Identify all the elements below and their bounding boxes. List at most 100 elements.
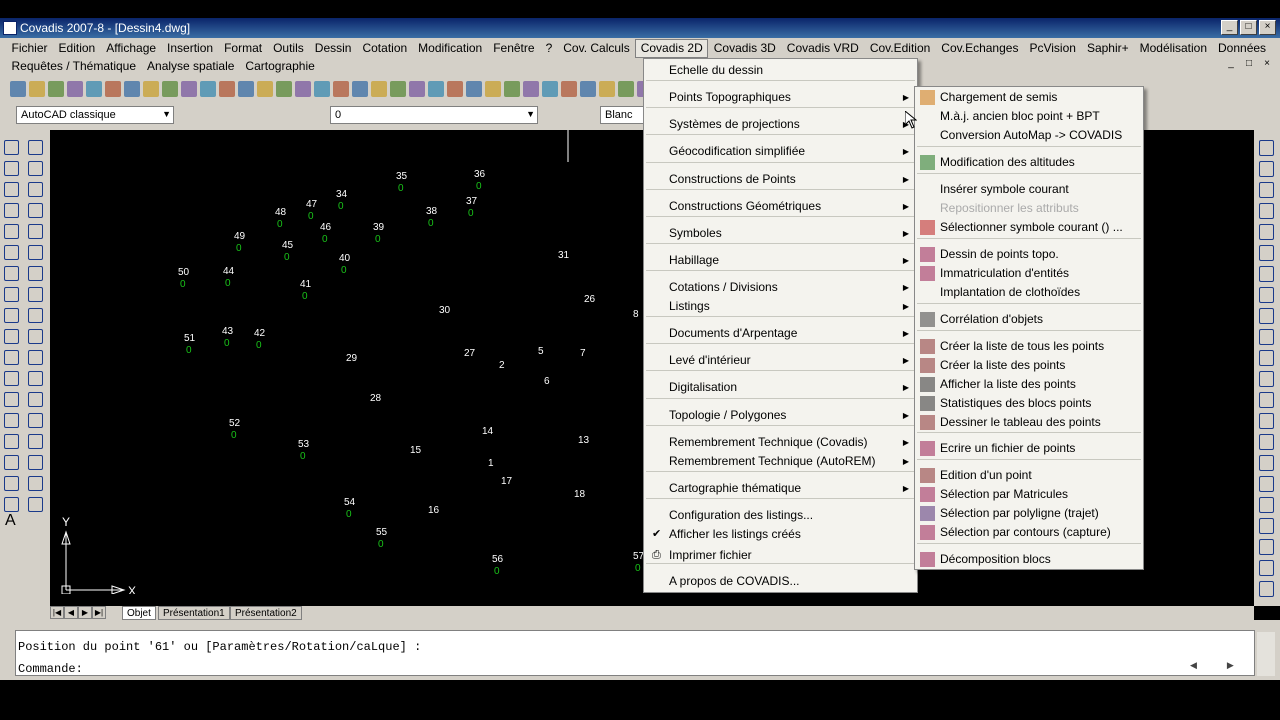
menu-outils[interactable]: Outils [268, 39, 310, 58]
survey-point[interactable]: 45 0 [282, 241, 293, 263]
menu-saphir[interactable]: Saphir+ [1081, 39, 1134, 58]
menu-item-digitalisation[interactable]: Digitalisation ▶ [644, 378, 917, 397]
draw-tool-icon[interactable] [4, 497, 19, 512]
toolbar-tool-icon[interactable] [371, 81, 387, 97]
menu-insertion[interactable]: Insertion [162, 39, 219, 58]
toolbar-tool-icon[interactable] [485, 81, 501, 97]
toolbar-tool-icon[interactable] [390, 81, 406, 97]
toolbar-tool-icon[interactable] [428, 81, 444, 97]
toolbar-tool-icon[interactable] [162, 81, 178, 97]
survey-point[interactable]: 18 [574, 490, 585, 500]
draw-tool-icon[interactable] [4, 287, 19, 302]
submenu-item-s-lection-par-contours-capture[interactable]: Sélection par contours (capture) [915, 523, 1143, 542]
command-line[interactable]: Position du point '61' ou [Paramètres/Ro… [15, 630, 1255, 676]
doc-minimize-button[interactable]: _ [1224, 58, 1238, 72]
menu-item-habillage[interactable]: Habillage ▶ [644, 251, 917, 270]
submenu-item-cr-er-la-liste-des-points[interactable]: Créer la liste des points [915, 356, 1143, 375]
draw-tool-icon[interactable] [4, 161, 19, 176]
submenu-item-s-lectionner-symbole-courant[interactable]: Sélectionner symbole courant () ... [915, 218, 1143, 237]
survey-point[interactable]: 42 0 [254, 329, 265, 351]
toolbar-tool-icon[interactable] [86, 81, 102, 97]
menu-item-echelle-du-dessin[interactable]: Echelle du dessin [644, 61, 917, 80]
submenu-item-immatriculation-d-entit-s[interactable]: Immatriculation d'entités [915, 264, 1143, 283]
menu-item-symboles[interactable]: Symboles ▶ [644, 224, 917, 243]
toolbar-tool-icon[interactable] [143, 81, 159, 97]
toolbar-tool-icon[interactable] [580, 81, 596, 97]
modify-tool-icon[interactable] [28, 413, 43, 428]
menu-item-syst-mes-de-projections[interactable]: Systèmes de projections▶ [644, 115, 917, 134]
toolbar-tool-icon[interactable] [257, 81, 273, 97]
survey-point[interactable]: 5 [538, 347, 544, 357]
survey-point[interactable]: 40 0 [339, 254, 350, 276]
survey-point[interactable]: 2 [499, 361, 505, 371]
menu-cov-echanges[interactable]: Cov.Echanges [936, 39, 1024, 58]
toolbar-tool-icon[interactable] [10, 81, 26, 97]
menu-cov-edition[interactable]: Cov.Edition [864, 39, 935, 58]
menu-item-constructions-de-points[interactable]: Constructions de Points ▶ [644, 170, 917, 189]
menu-help[interactable]: ? [540, 39, 558, 58]
draw-tool-icon[interactable] [4, 455, 19, 470]
menu-item-a-propos-de-covadis[interactable]: A propos de COVADIS... [644, 572, 917, 591]
menu-cotation[interactable]: Cotation [357, 39, 413, 58]
toolbar-tool-icon[interactable] [618, 81, 634, 97]
modify-tool-icon[interactable] [28, 266, 43, 281]
tab-objet[interactable]: Objet [122, 606, 156, 620]
menu-fichier[interactable]: Fichier [6, 39, 53, 58]
survey-point[interactable]: 17 [501, 477, 512, 487]
submenu-item-ecrire-un-fichier-de-points[interactable]: Ecrire un fichier de points [915, 439, 1143, 458]
tab-presentation2[interactable]: Présentation2 [230, 606, 302, 620]
survey-point[interactable]: 38 0 [426, 207, 437, 229]
toolbar-tool-icon[interactable] [67, 81, 83, 97]
view-tool-icon[interactable] [1259, 497, 1274, 513]
toolbar-tool-icon[interactable] [181, 81, 197, 97]
color-combo[interactable]: Blanc [600, 106, 644, 124]
modify-tool-icon[interactable] [28, 182, 43, 197]
survey-point[interactable]: 27 [464, 349, 475, 359]
submenu-item-afficher-la-liste-des-points[interactable]: Afficher la liste des points [915, 375, 1143, 394]
view-tool-icon[interactable] [1259, 392, 1274, 408]
next-tab-icon[interactable]: ▶ [78, 606, 92, 619]
layer-combo[interactable]: 0 ▼ [330, 106, 538, 124]
submenu-item-corr-lation-d-objets[interactable]: Corrélation d'objets [915, 310, 1143, 329]
submenu-item-implantation-de-clotho-des[interactable]: Implantation de clothoïdes [915, 283, 1143, 302]
survey-point[interactable]: 39 0 [373, 223, 384, 245]
survey-point[interactable]: 54 0 [344, 498, 355, 520]
menu-item-configuration-des-listings[interactable]: Configuration des listings... [644, 506, 917, 525]
command-scrollbar[interactable] [1257, 632, 1275, 676]
modify-tool-icon[interactable] [28, 161, 43, 176]
survey-point[interactable]: 43 0 [222, 327, 233, 349]
draw-tool-icon[interactable] [4, 266, 19, 281]
menu-cartographie[interactable]: Cartographie [240, 57, 320, 76]
menu-item-cotations-divisions[interactable]: Cotations / Divisions ▶ [644, 278, 917, 297]
toolbar-tool-icon[interactable] [466, 81, 482, 97]
survey-point[interactable]: 50 0 [178, 268, 189, 290]
submenu-item-s-lection-par-polyligne-trajet[interactable]: Sélection par polyligne (trajet) [915, 504, 1143, 523]
toolbar-tool-icon[interactable] [561, 81, 577, 97]
menu-fen-tre[interactable]: Fenêtre [488, 39, 540, 58]
tab-presentation1[interactable]: Présentation1 [158, 606, 230, 620]
draw-tool-icon[interactable] [4, 371, 19, 386]
survey-point[interactable]: 6 [544, 377, 550, 387]
survey-point[interactable]: 47 0 [306, 200, 317, 222]
draw-tool-icon[interactable] [4, 392, 19, 407]
draw-tool-icon[interactable] [4, 476, 19, 491]
modify-tool-icon[interactable] [28, 203, 43, 218]
view-tool-icon[interactable] [1259, 140, 1274, 156]
menu-item-remembrement-technique-autorem[interactable]: Remembrement Technique (AutoREM) ▶ [644, 452, 917, 471]
survey-point[interactable]: 48 0 [275, 208, 286, 230]
toolbar-tool-icon[interactable] [238, 81, 254, 97]
toolbar-tool-icon[interactable] [295, 81, 311, 97]
view-tool-icon[interactable] [1259, 161, 1274, 177]
view-tool-icon[interactable] [1259, 476, 1274, 492]
survey-point[interactable]: 49 0 [234, 232, 245, 254]
toolbar-tool-icon[interactable] [48, 81, 64, 97]
view-tool-icon[interactable] [1259, 245, 1274, 261]
view-tool-icon[interactable] [1259, 203, 1274, 219]
draw-tool-icon[interactable] [4, 203, 19, 218]
maximize-button[interactable]: □ [1240, 20, 1257, 35]
submenu-item-s-lection-par-matricules[interactable]: Sélection par Matricules [915, 485, 1143, 504]
menu-item-points-topographiques[interactable]: Points Topographiques ▶ [644, 88, 917, 107]
modify-tool-icon[interactable] [28, 224, 43, 239]
survey-point[interactable]: 52 0 [229, 419, 240, 441]
submenu-item-ins-rer-symbole-courant[interactable]: Insérer symbole courant [915, 180, 1143, 199]
